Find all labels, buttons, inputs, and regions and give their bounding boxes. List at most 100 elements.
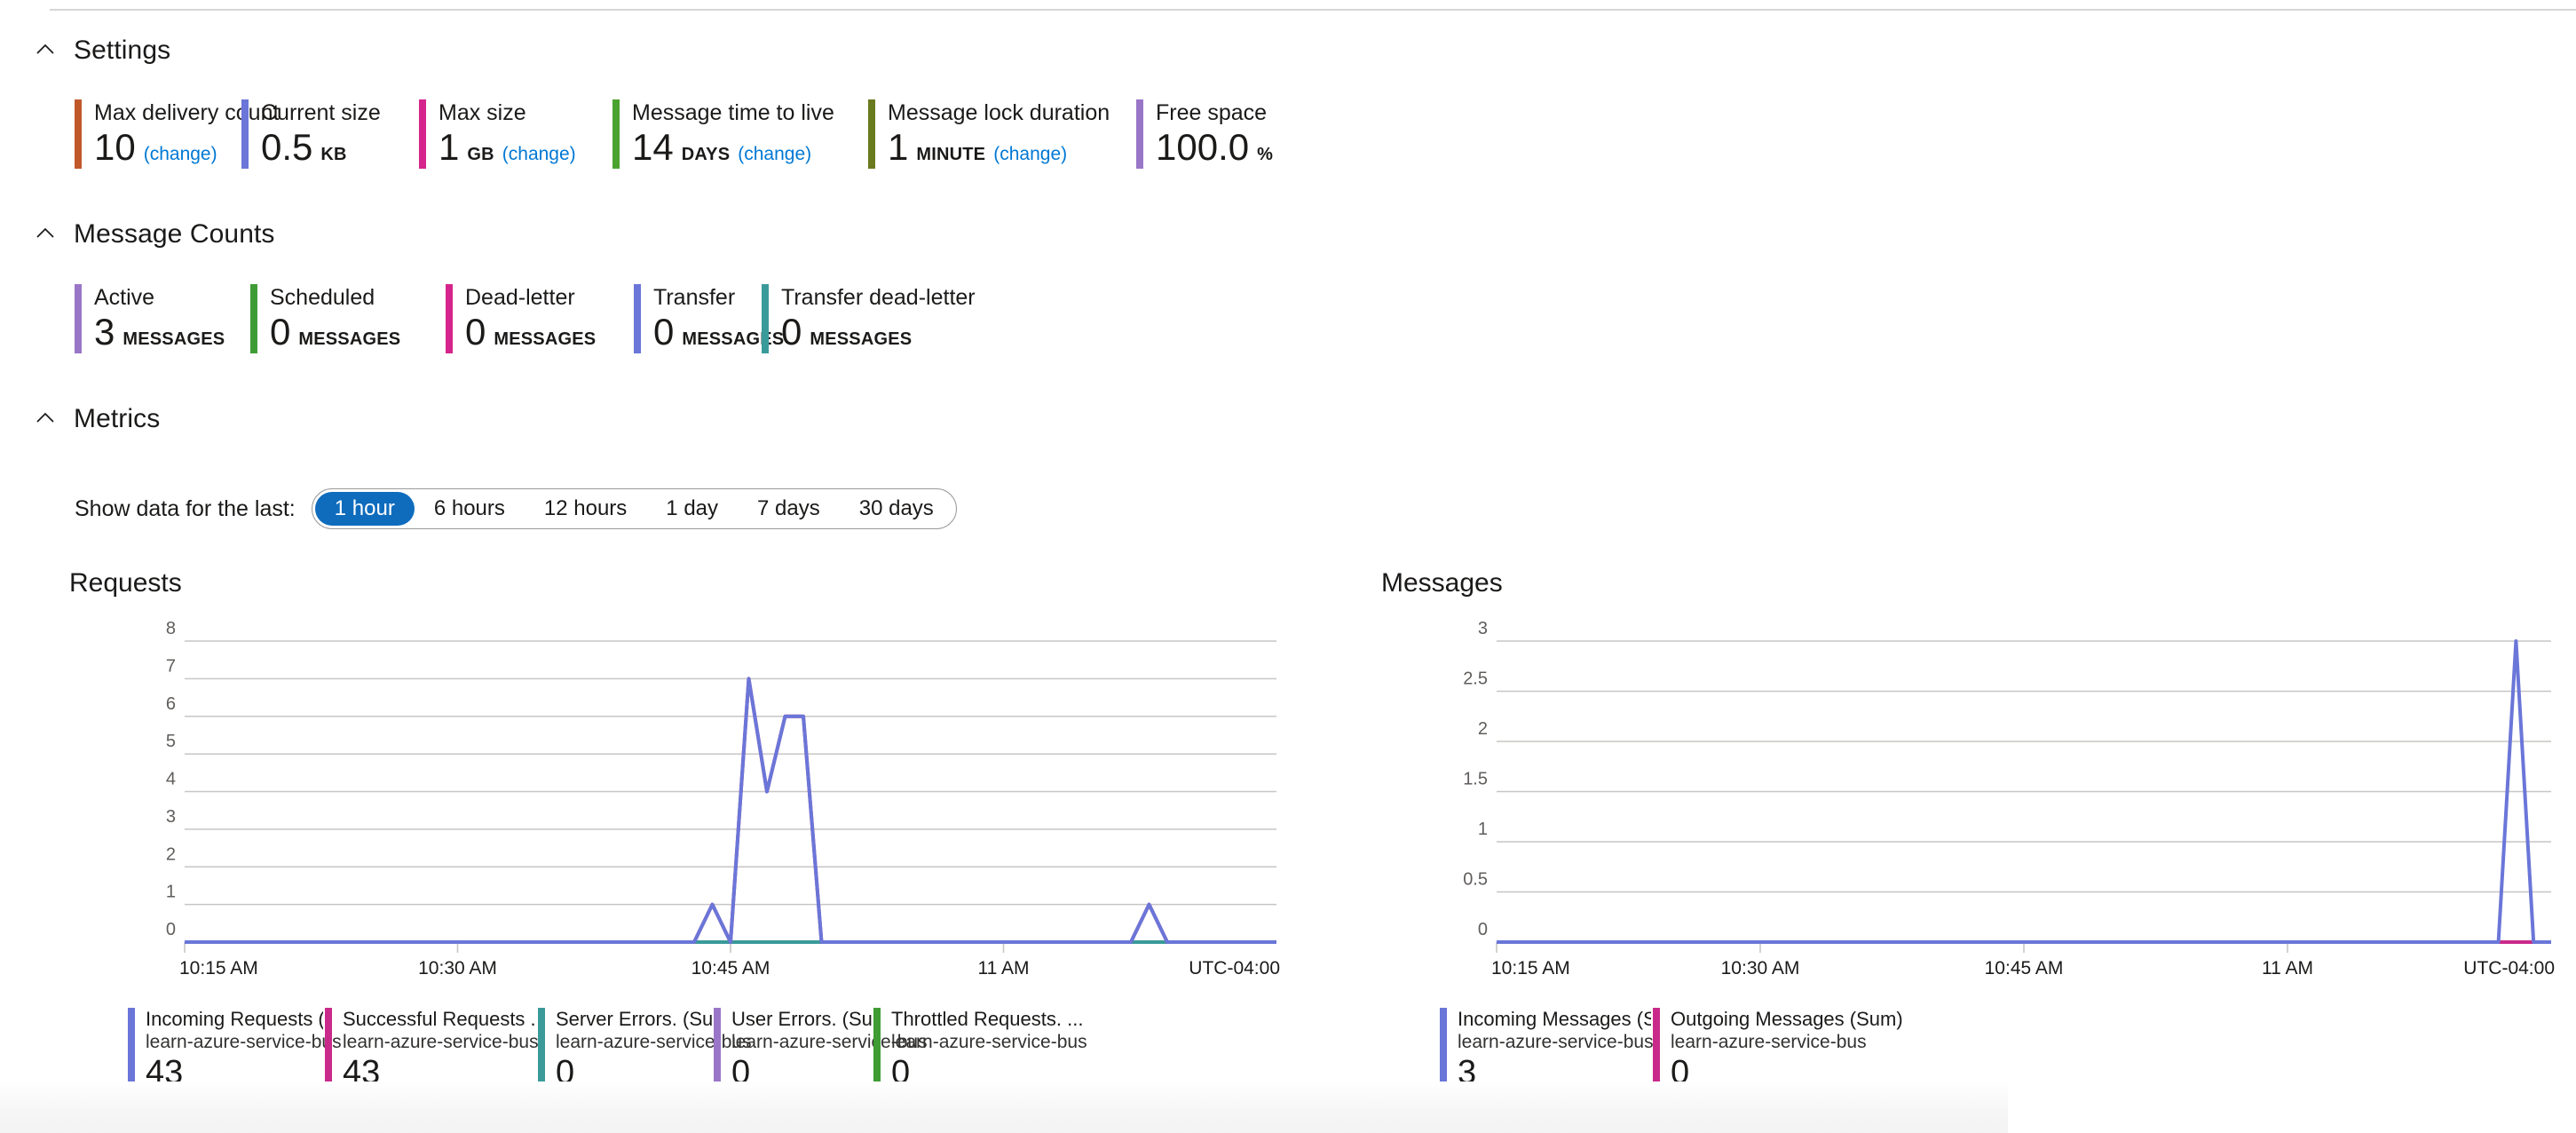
tile-accent-bar xyxy=(1136,99,1143,169)
tile-unit: KB xyxy=(320,145,346,165)
chart-legend-item[interactable]: Successful Requests ...learn-azure-servi… xyxy=(325,1008,538,1091)
tile-value: 0.5 xyxy=(261,128,312,167)
svg-text:2: 2 xyxy=(166,844,176,864)
message-counts-section-header[interactable]: Message Counts xyxy=(34,219,275,250)
chart-legend-item[interactable]: Outgoing Messages (Sum)learn-azure-servi… xyxy=(1653,1008,1919,1091)
tile-label: Max size xyxy=(439,99,576,126)
tile-value: 100.0 xyxy=(1156,128,1249,167)
time-range-option[interactable]: 1 hour xyxy=(315,492,415,526)
svg-text:10:15 AM: 10:15 AM xyxy=(1491,958,1570,979)
tile-unit: GB xyxy=(467,145,494,165)
svg-text:0: 0 xyxy=(166,920,176,939)
legend-series-name: Incoming Messages (Sum) xyxy=(1458,1008,1651,1031)
tile-value: 0 xyxy=(653,313,674,352)
legend-series-name: Incoming Requests (Sum) xyxy=(146,1008,323,1031)
legend-resource-name: learn-azure-service-bus xyxy=(1458,1031,1654,1053)
time-range-label: Show data for the last: xyxy=(75,496,296,522)
svg-text:8: 8 xyxy=(166,619,176,638)
svg-text:10:30 AM: 10:30 AM xyxy=(1721,958,1800,979)
legend-resource-name: learn-azure-service-bus xyxy=(1671,1031,1903,1053)
time-range-pill[interactable]: 1 hour6 hours12 hours1 day7 days30 days xyxy=(312,488,957,529)
settings-section-header[interactable]: Settings xyxy=(34,36,170,66)
requests-plot[interactable]: 01234567810:15 AM10:30 AM10:45 AM11 AMUT… xyxy=(69,618,1349,995)
tile-unit: MESSAGES xyxy=(298,329,400,350)
tile-change-link[interactable]: (change) xyxy=(738,144,811,165)
legend-accent-bar xyxy=(538,1008,545,1088)
requests-chart-title: Requests xyxy=(69,568,1349,598)
metric-tile: Active3MESSAGES xyxy=(75,284,250,353)
legend-resource-name: learn-azure-service-bus xyxy=(891,1031,1087,1053)
page-bottom-band-right xyxy=(2008,1082,2576,1133)
chart-legend-item[interactable]: Incoming Messages (Sum)learn-azure-servi… xyxy=(1440,1008,1653,1091)
tile-value: 0 xyxy=(781,313,802,352)
time-range-option[interactable]: 6 hours xyxy=(415,492,525,526)
tile-value: 1 xyxy=(439,128,459,167)
chevron-up-icon[interactable] xyxy=(34,39,57,62)
page-top-divider xyxy=(50,9,2576,11)
tile-unit: MESSAGES xyxy=(810,329,912,350)
metric-tile: Scheduled0MESSAGES xyxy=(250,284,446,353)
time-range-option[interactable]: 30 days xyxy=(840,492,953,526)
tile-value: 14 xyxy=(632,128,674,167)
legend-series-name: User Errors. (Sum) xyxy=(731,1008,872,1031)
time-range-selector: Show data for the last: 1 hour6 hours12 … xyxy=(75,488,957,529)
tile-unit: MINUTE xyxy=(916,145,985,165)
tile-accent-bar xyxy=(868,99,875,169)
chart-legend-item[interactable]: Incoming Requests (Sum)learn-azure-servi… xyxy=(128,1008,325,1091)
tile-accent-bar xyxy=(762,284,769,353)
legend-accent-bar xyxy=(128,1008,135,1088)
legend-resource-name: learn-azure-service-bus xyxy=(343,1031,539,1053)
tile-change-link[interactable]: (change) xyxy=(144,144,217,165)
tile-value: 0 xyxy=(270,313,290,352)
chart-legend-item[interactable]: User Errors. (Sum)learn-azure-service-bu… xyxy=(714,1008,873,1091)
metric-tile: Message time to live14DAYS(change) xyxy=(612,99,868,169)
svg-text:10:45 AM: 10:45 AM xyxy=(1985,958,2064,979)
svg-text:5: 5 xyxy=(166,732,176,751)
svg-text:2.5: 2.5 xyxy=(1463,670,1488,689)
tile-value: 0 xyxy=(465,313,486,352)
chart-legend-item[interactable]: Throttled Requests. ...learn-azure-servi… xyxy=(873,1008,1087,1091)
legend-series-name: Successful Requests ... xyxy=(343,1008,536,1031)
legend-accent-bar xyxy=(1440,1008,1447,1088)
tile-change-link[interactable]: (change) xyxy=(993,144,1067,165)
tile-accent-bar xyxy=(612,99,620,169)
time-range-option[interactable]: 12 hours xyxy=(525,492,646,526)
tile-unit: DAYS xyxy=(682,145,731,165)
legend-accent-bar xyxy=(1653,1008,1660,1088)
svg-text:0: 0 xyxy=(1478,920,1488,939)
requests-chart-card: Requests 01234567810:15 AM10:30 AM10:45 … xyxy=(0,568,1349,1091)
tile-label: Dead-letter xyxy=(465,284,596,311)
chevron-up-icon[interactable] xyxy=(34,408,57,431)
metric-tile: Dead-letter0MESSAGES xyxy=(446,284,634,353)
svg-text:6: 6 xyxy=(166,694,176,714)
metrics-section-header[interactable]: Metrics xyxy=(34,404,160,434)
svg-text:2: 2 xyxy=(1478,719,1488,739)
time-range-option[interactable]: 7 days xyxy=(738,492,840,526)
tile-unit: % xyxy=(1257,145,1273,165)
tile-label: Transfer dead-letter xyxy=(781,284,976,311)
legend-accent-bar xyxy=(325,1008,332,1088)
svg-text:7: 7 xyxy=(166,656,176,676)
chart-series-line xyxy=(185,678,1276,942)
requests-chart-legend: Incoming Requests (Sum) learn-azure-servi… xyxy=(128,1008,1349,1091)
tile-accent-bar xyxy=(241,99,249,169)
time-range-option[interactable]: 1 day xyxy=(646,492,738,526)
svg-text:UTC-04:00: UTC-04:00 xyxy=(2463,958,2555,979)
chevron-up-icon[interactable] xyxy=(34,223,57,246)
tile-change-link[interactable]: (change) xyxy=(502,144,576,165)
tile-accent-bar xyxy=(250,284,257,353)
tile-value: 10 xyxy=(94,128,136,167)
chart-legend-item[interactable]: Server Errors. (Sum)learn-azure-service-… xyxy=(538,1008,714,1091)
metric-tile: Message lock duration1MINUTE(change) xyxy=(868,99,1136,169)
metric-tile: Transfer0MESSAGES xyxy=(634,284,762,353)
settings-section-title: Settings xyxy=(74,36,170,66)
svg-text:3: 3 xyxy=(1478,619,1488,638)
svg-text:10:15 AM: 10:15 AM xyxy=(179,958,258,979)
tile-unit: MESSAGES xyxy=(122,329,225,350)
svg-text:1.5: 1.5 xyxy=(1463,770,1488,789)
message-counts-section-title: Message Counts xyxy=(74,219,275,250)
tile-label: Free space xyxy=(1156,99,1273,126)
messages-plot[interactable]: 00.511.522.5310:15 AM10:30 AM10:45 AM11 … xyxy=(1381,618,2576,995)
svg-text:4: 4 xyxy=(166,770,176,789)
chart-series-line xyxy=(185,678,1276,942)
